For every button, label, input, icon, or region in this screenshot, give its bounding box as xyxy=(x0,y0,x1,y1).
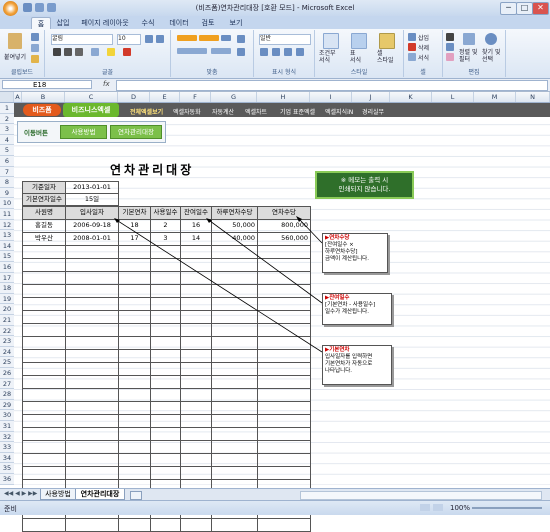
page-layout-view-icon[interactable] xyxy=(433,504,443,511)
print-note: ※ 메모는 출력 시 인쇄되지 않습니다. xyxy=(315,171,414,199)
allowance-note-body: [잔여일수 × 하루연차수당] 금액이 계산됩니다. xyxy=(325,242,369,262)
zoom-level[interactable]: 100% xyxy=(450,504,470,512)
remaining-note-title: ▶잔여일수 xyxy=(325,295,350,301)
empty-table-cell[interactable] xyxy=(257,518,311,532)
empty-table-cell[interactable] xyxy=(118,518,151,532)
note-arrows xyxy=(114,216,323,353)
base-leave-note: ▶기본연차 입사일자를 입력하면 기본연차가 자동으로 나타납니다. xyxy=(322,345,392,385)
empty-table-cell[interactable] xyxy=(211,518,258,532)
normal-view-icon[interactable] xyxy=(420,504,430,511)
sheet-tab-usage[interactable]: 사용방법 xyxy=(40,489,76,500)
new-sheet-icon[interactable] xyxy=(130,491,142,500)
base-leave-note-title: ▶기본연차 xyxy=(325,347,350,353)
remaining-note: ▶잔여일수 [기본연차 - 사용일수] 일수가 계산됩니다. xyxy=(322,293,392,325)
empty-table-cell[interactable] xyxy=(65,518,119,532)
remaining-note-body: [기본연차 - 사용일수] 일수가 계산됩니다. xyxy=(325,302,376,315)
zoom-slider[interactable] xyxy=(472,507,542,509)
arrow-line xyxy=(117,220,323,353)
base-leave-note-body: 입사일자를 입력하면 기본연차가 자동으로 나타납니다. xyxy=(325,354,373,374)
sheet-tab-bar: ◀◀ ◀ ▶ ▶▶ 사용방법 연차관리대장 xyxy=(0,488,550,500)
empty-table-cell[interactable] xyxy=(22,518,66,532)
arrow-head xyxy=(114,218,120,223)
empty-table-cell[interactable] xyxy=(150,518,181,532)
status-ready: 준비 xyxy=(4,505,17,513)
sheet-tab-ledger[interactable]: 연차관리대장 xyxy=(75,489,125,500)
allowance-note: ▶연차수당 [잔여일수 × 하루연차수당] 금액이 계산됩니다. xyxy=(322,233,388,273)
arrow-line xyxy=(299,219,323,244)
empty-table-cell[interactable] xyxy=(180,518,212,532)
sheet-nav-arrows-icon[interactable]: ◀◀ ◀ ▶ ▶▶ xyxy=(4,490,37,497)
allowance-note-title: ▶연차수당 xyxy=(325,235,350,241)
status-bar: 준비 100% xyxy=(0,500,550,515)
horizontal-scrollbar[interactable] xyxy=(300,491,542,500)
